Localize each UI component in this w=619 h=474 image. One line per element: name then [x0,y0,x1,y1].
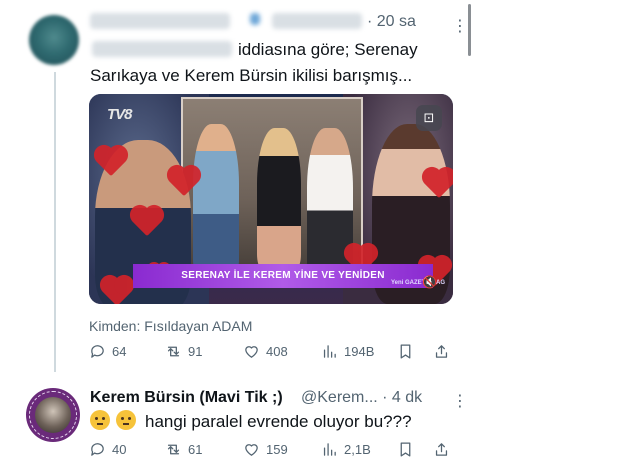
retweet-button[interactable]: 61 [165,441,202,458]
scrollbar[interactable] [468,4,471,56]
views-count: 2,1B [344,442,371,457]
tweet-text-line-1: iddiasına göre; Serenay [238,40,418,59]
blurred-handle [272,13,362,29]
mute-icon[interactable]: 🔇 [422,275,437,289]
like-button[interactable]: 159 [243,441,288,458]
retweet-count: 61 [188,442,203,457]
share-button[interactable] [433,441,450,458]
views-icon [323,345,336,358]
like-button[interactable]: 408 [243,343,288,360]
share-icon [435,345,448,358]
avatar-photo [35,397,71,433]
bookmark-button[interactable] [397,441,414,458]
tweet-video[interactable]: TV8 ⊡ SERENAY İLE KEREM YİNE VE YENİDEN … [89,94,453,304]
tweet-timestamp[interactable]: · 20 sa [367,13,416,31]
like-count: 408 [266,344,288,359]
more-options-icon[interactable]: ⋮ [452,16,468,36]
views-button[interactable]: 194B [321,343,374,360]
tweet-timestamp: · 4 dk [382,389,423,406]
share-icon [435,443,448,456]
thinking-emoji-icon [90,410,110,430]
heart-outline-icon [245,444,258,456]
reply-icon [91,345,104,358]
reply-count: 40 [112,442,127,457]
retweet-icon [167,444,180,455]
views-icon [323,443,336,456]
media-settings-icon[interactable]: ⊡ [416,105,442,131]
person-figure [193,124,239,274]
channel-logo: TV8 [107,106,132,123]
reply-icon [91,443,104,456]
tweet-text: hangi paralel evrende oluyor bu??? [145,412,412,431]
thinking-emoji-icon [116,410,136,430]
retweet-icon [167,346,180,357]
reply-count: 64 [112,344,127,359]
person-figure [257,128,301,268]
views-button[interactable]: 2,1B [321,441,371,458]
bookmark-button[interactable] [397,343,414,360]
heart-outline-icon [245,346,258,358]
handle: @Kerem... [301,389,378,406]
verified-badge-icon [250,13,260,25]
retweet-count: 91 [188,344,203,359]
like-count: 159 [266,442,288,457]
tweet-actions: 64 91 408 194B [89,343,453,363]
blurred-display-name [90,13,230,29]
tweet-actions: 40 61 159 2,1B [89,441,453,461]
tweet-text-line-2: Sarıkaya ve Kerem Bürsin ikilisi barışmı… [90,66,413,85]
handle-and-time[interactable]: @Kerem... · 4 dk [301,389,422,407]
avatar[interactable] [29,15,79,65]
reply-button[interactable]: 64 [89,343,126,360]
display-name[interactable]: Kerem Bürsin (Mavi Tik ;) [90,389,283,407]
views-count: 194B [344,344,375,359]
retweet-button[interactable]: 91 [165,343,202,360]
video-banner-text: SERENAY İLE KEREM YİNE VE YENİDEN [133,264,433,288]
bookmark-icon [400,344,411,359]
source-attribution[interactable]: Kimden: Fısıldayan ADAM [89,318,252,334]
more-options-icon[interactable]: ⋮ [452,391,468,411]
reply-button[interactable]: 40 [89,441,126,458]
thread-line [54,72,56,372]
bookmark-icon [400,442,411,457]
share-button[interactable] [433,343,450,360]
blurred-text [92,41,232,57]
avatar[interactable] [26,388,80,442]
